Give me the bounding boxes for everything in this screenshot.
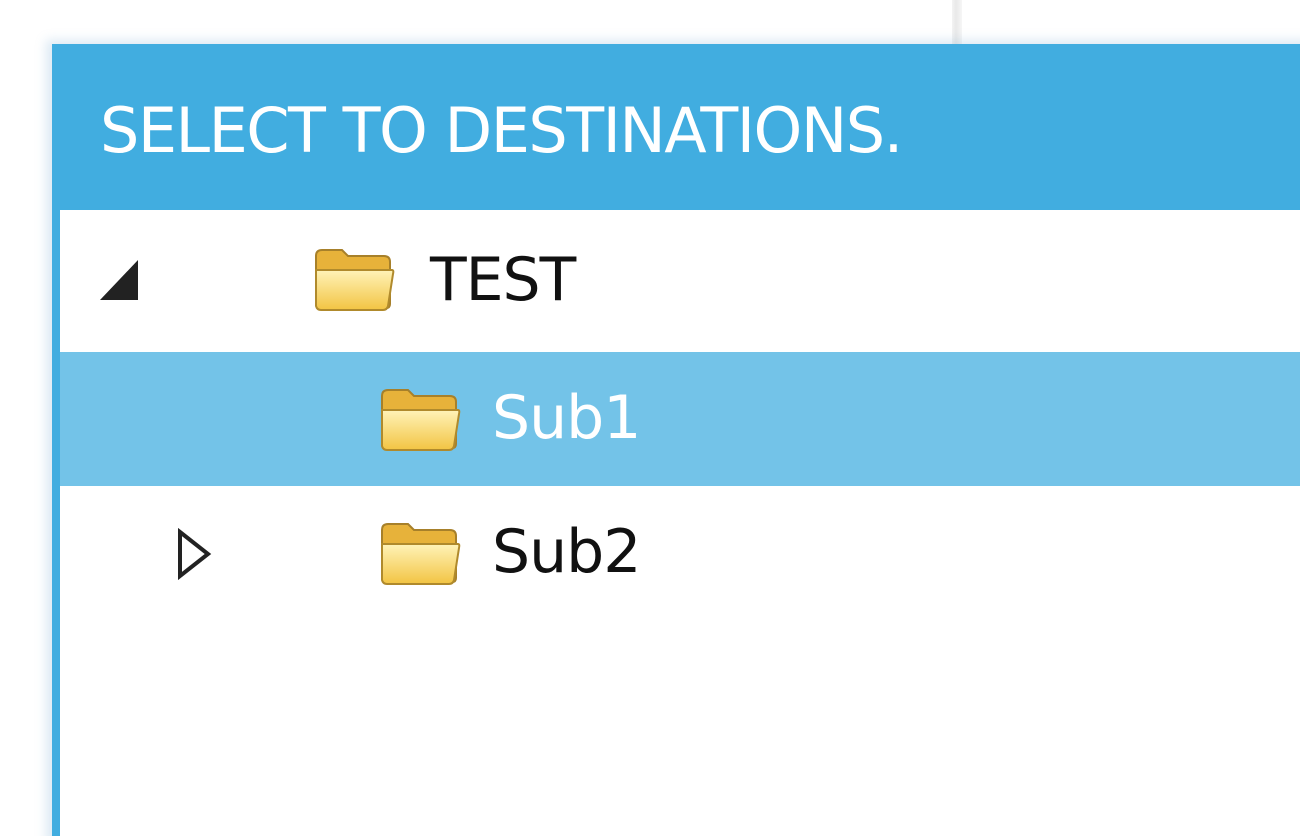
folder-icon [381, 523, 461, 585]
folder-icon [315, 249, 395, 311]
expanded-arrow-icon[interactable] [98, 258, 140, 302]
tree-node-test[interactable]: TEST [60, 210, 1300, 352]
dialog-header: SELECT TO DESTINATIONS. [60, 50, 1300, 210]
folder-tree: TEST Sub1 Sub2 [60, 210, 1300, 620]
tree-node-label: Sub1 [492, 383, 641, 453]
folder-icon [381, 389, 461, 451]
tree-node-sub1[interactable]: Sub1 [60, 352, 1300, 486]
destination-dialog: SELECT TO DESTINATIONS. TEST Sub1 Sub2 [52, 44, 1300, 836]
dialog-title: SELECT TO DESTINATIONS. [100, 94, 903, 167]
collapsed-arrow-icon[interactable] [176, 528, 212, 580]
screen: SELECT TO DESTINATIONS. TEST Sub1 Sub2 [0, 0, 1300, 836]
background-divider [952, 0, 962, 48]
tree-node-label: Sub2 [492, 517, 641, 587]
tree-node-sub2[interactable]: Sub2 [60, 486, 1300, 620]
tree-node-label: TEST [430, 245, 576, 315]
